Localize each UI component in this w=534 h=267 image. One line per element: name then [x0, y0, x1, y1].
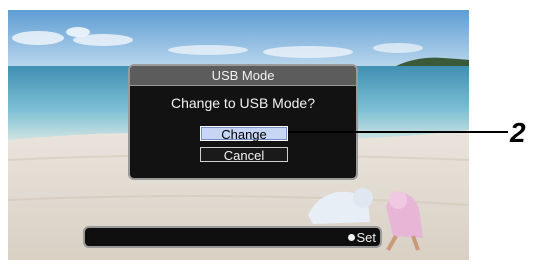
set-hint: Set [348, 229, 376, 247]
camera-screen: USB Mode Change to USB Mode? Change Canc… [8, 10, 469, 260]
callout-line [288, 131, 508, 133]
cancel-button[interactable]: Cancel [200, 147, 288, 163]
status-bar: Set [83, 226, 382, 248]
dialog-title: USB Mode [130, 66, 356, 86]
change-button[interactable]: Change [200, 126, 288, 142]
usb-mode-dialog: USB Mode Change to USB Mode? Change Canc… [128, 64, 358, 180]
callout-number: 2 [510, 117, 526, 148]
set-dot-icon [348, 234, 356, 241]
dialog-message: Change to USB Mode? [171, 95, 315, 111]
set-label: Set [356, 230, 376, 245]
